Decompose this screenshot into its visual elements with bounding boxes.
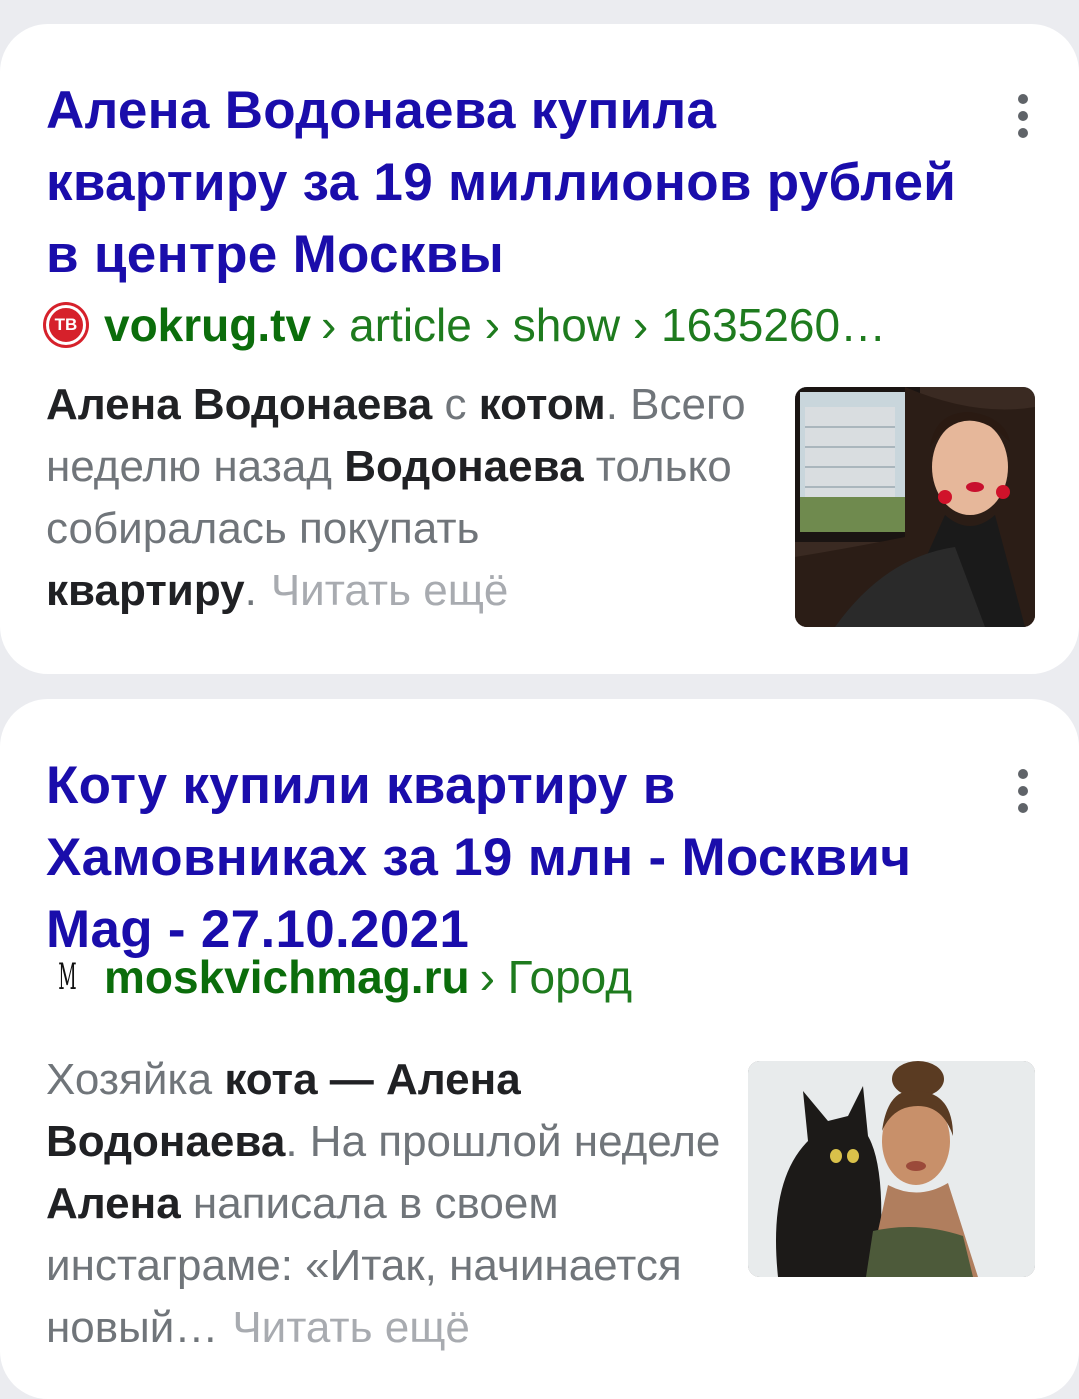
search-result-card: Алена Водонаева купила квартиру за 19 ми… [0, 24, 1079, 674]
snippet-text: . На прошлой неделе [285, 1117, 721, 1166]
menu-dot [1018, 128, 1028, 138]
menu-dot [1018, 769, 1028, 779]
read-more-link[interactable]: Читать ещё [232, 1303, 470, 1352]
more-vert-icon[interactable] [1009, 763, 1037, 819]
more-vert-icon[interactable] [1009, 88, 1037, 144]
result-snippet: Хозяйка кота — Алена Водонаева. На прошл… [46, 1049, 746, 1359]
menu-dot [1018, 111, 1028, 121]
menu-dot [1018, 786, 1028, 796]
photo-woman-in-car [795, 387, 1035, 627]
snippet-text: Хозяйка [46, 1055, 225, 1104]
snippet-text: с [432, 380, 479, 429]
menu-dot [1018, 803, 1028, 813]
result-breadcrumb[interactable]: › Город [480, 950, 633, 1004]
search-result-card: Коту купили квартиру в Хамовниках за 19 … [0, 699, 1079, 1399]
snippet-highlight: котом [478, 380, 606, 429]
site-favicon-icon: M [58, 956, 76, 998]
snippet-text: . [244, 566, 257, 615]
result-title-link[interactable]: Коту купили квартиру в Хамовниках за 19 … [46, 750, 966, 966]
result-thumbnail[interactable] [748, 1061, 1035, 1277]
photo-woman-with-cat [748, 1061, 1035, 1277]
result-breadcrumb[interactable]: › article › show › 1635260… [321, 298, 886, 352]
result-thumbnail[interactable] [795, 387, 1035, 627]
result-domain[interactable]: moskvichmag.ru [104, 950, 470, 1004]
result-domain[interactable]: vokrug.tv [104, 298, 311, 352]
snippet-highlight: Водонаева [344, 442, 584, 491]
result-snippet: Алена Водонаева с котом. Всего неделю на… [46, 374, 776, 622]
result-source[interactable]: M moskvichmag.ru › Город [46, 949, 632, 1005]
result-source[interactable]: ТВ vokrug.tv › article › show › 1635260… [46, 297, 886, 353]
snippet-highlight: квартиру [46, 566, 245, 615]
snippet-highlight: Алена Водонаева [46, 380, 433, 429]
result-title-link[interactable]: Алена Водонаева купила квартиру за 19 ми… [46, 75, 966, 291]
read-more-link[interactable]: Читать ещё [271, 566, 509, 615]
snippet-highlight: Алена [46, 1179, 181, 1228]
site-favicon-icon: ТВ [46, 305, 86, 345]
menu-dot [1018, 94, 1028, 104]
